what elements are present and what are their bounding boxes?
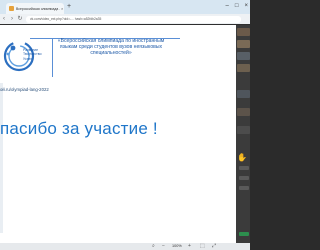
panel-control-icon[interactable] <box>239 186 249 190</box>
participant-thumbnail[interactable] <box>237 90 250 98</box>
participant-thumbnail[interactable] <box>237 108 250 116</box>
forward-icon[interactable]: › <box>8 14 16 24</box>
back-icon[interactable]: ‹ <box>0 14 8 24</box>
url-field[interactable]: vk.com/video_ext.php?oid=-... hash=a52fd… <box>26 15 241 23</box>
browser-tabbar: Всероссийская олимпиада ... × + – □ × <box>0 0 250 14</box>
maximize-button[interactable]: □ <box>235 2 239 10</box>
close-window-button[interactable]: × <box>244 2 248 10</box>
fit-icon[interactable]: ⬚ <box>200 243 205 250</box>
panel-control-icon[interactable] <box>239 232 249 236</box>
search-icon[interactable]: ⌕ <box>152 243 155 250</box>
zoom-level: 100% <box>172 244 182 248</box>
participant-thumbnail[interactable] <box>237 40 250 48</box>
minimize-button[interactable]: – <box>226 2 229 10</box>
fullscreen-icon[interactable]: ⤢ <box>212 243 216 250</box>
thanks-heading: пасибо за участие ! <box>0 119 158 138</box>
participant-thumbnail[interactable] <box>237 64 250 72</box>
zoom-in-icon[interactable]: + <box>188 243 191 250</box>
new-tab-button[interactable]: + <box>67 3 71 11</box>
tab-title: Всероссийская олимпиада ... <box>16 6 60 11</box>
favicon-icon <box>9 6 14 11</box>
tab-close-icon[interactable]: × <box>61 6 63 11</box>
hand-raise-icon: ✋ <box>237 153 247 162</box>
zoom-out-icon[interactable]: − <box>162 243 165 250</box>
participant-thumbnail[interactable] <box>237 28 250 36</box>
panel-control-icon[interactable] <box>239 176 249 180</box>
address-bar: ‹ › ↻ vk.com/video_ext.php?oid=-... hash… <box>0 14 250 24</box>
slide-left-strip <box>0 83 3 233</box>
window-controls: – □ × <box>226 2 248 10</box>
olympiad-title: «Всероссийская олимпиада по иностранным … <box>57 38 165 57</box>
browser-tab[interactable]: Всероссийская олимпиада ... × <box>6 3 64 14</box>
participant-thumbnail[interactable] <box>237 52 250 60</box>
screen: Всероссийская олимпиада ... × + – □ × ‹ … <box>0 0 250 250</box>
participant-thumbnail[interactable] <box>237 126 250 134</box>
slide-link-text: ой.ru/olympiad-lang-2022 <box>0 87 49 92</box>
panel-control-icon[interactable] <box>239 166 249 170</box>
logo-text: Развитие Творчество Успех <box>23 48 42 61</box>
viewer-toolbar: ⌕ − 100% + ⬚ ⤢ <box>0 243 250 250</box>
header-divider-vertical <box>52 39 53 77</box>
reload-icon[interactable]: ↻ <box>16 14 24 24</box>
presentation-slide: Развитие Творчество Успех «Всероссийская… <box>0 25 236 243</box>
